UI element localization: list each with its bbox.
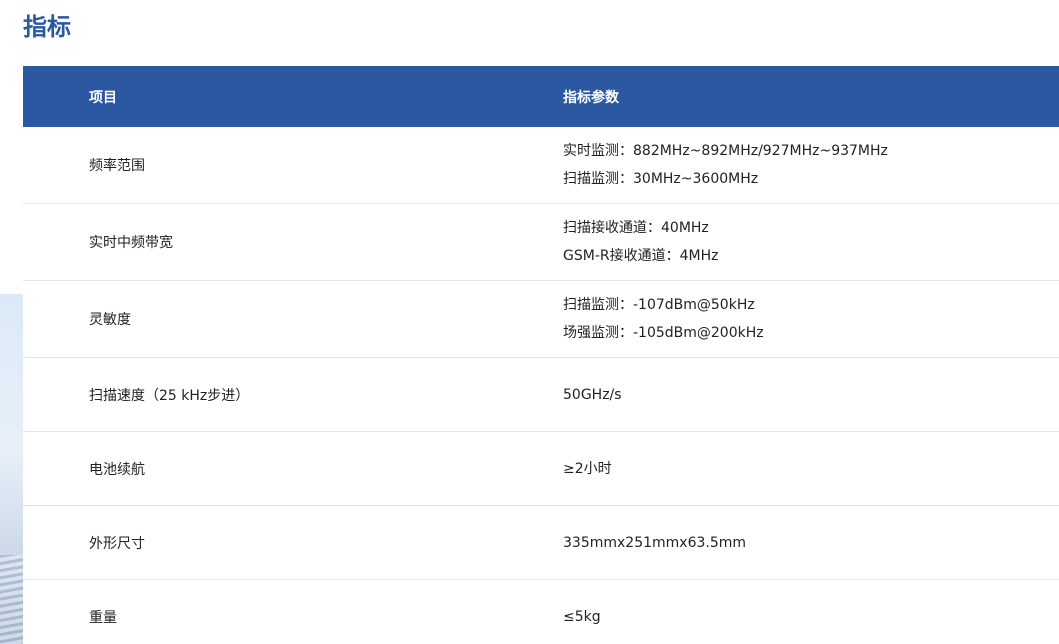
header-item: 项目 xyxy=(89,89,117,106)
row-item-label: 外形尺寸 xyxy=(89,535,145,552)
row-param-value: ≥2小时 xyxy=(563,460,612,477)
table-row: 电池续航 ≥2小时 xyxy=(23,432,1059,506)
table-row: 重量 ≤5kg xyxy=(23,580,1059,644)
row-item-label: 频率范围 xyxy=(89,158,145,174)
row-param-value: 扫描监测：-107dBm@50kHz xyxy=(563,297,755,313)
page-title: 指标 xyxy=(23,13,71,41)
row-param-cell: ≤5kg xyxy=(498,603,1059,631)
row-param-cell: 实时监测：882MHz~892MHz/927MHz~937MHz 扫描监测：30… xyxy=(498,137,1059,193)
row-param-value: GSM-R接收通道：4MHz xyxy=(563,248,719,264)
row-param-value: 实时监测：882MHz~892MHz/927MHz~937MHz xyxy=(563,143,888,159)
row-param-cell: 扫描监测：-107dBm@50kHz 场强监测：-105dBm@200kHz xyxy=(498,291,1059,347)
row-item-label: 扫描速度（25 kHz步进） xyxy=(89,387,250,404)
table-header-row: 项目 指标参数 xyxy=(23,66,1059,127)
row-param-value: ≤5kg xyxy=(563,608,601,625)
row-param-value: 335mmx251mmx63.5mm xyxy=(563,534,747,551)
page: 指标 项目 指标参数 频率范围 实时监测：882MHz~892MHz/927MH… xyxy=(0,0,1059,644)
row-param-value: 扫描接收通道：40MHz xyxy=(563,220,709,236)
row-item-label: 电池续航 xyxy=(89,461,145,478)
header-param: 指标参数 xyxy=(563,89,619,106)
row-item-label: 灵敏度 xyxy=(89,312,131,328)
row-param-value: 场强监测：-105dBm@200kHz xyxy=(563,325,764,341)
table-row: 外形尺寸 335mmx251mmx63.5mm xyxy=(23,506,1059,580)
row-param-value: 50GHz/s xyxy=(563,386,622,403)
row-item-label: 重量 xyxy=(89,609,117,626)
row-param-cell: 50GHz/s xyxy=(498,381,1059,409)
row-item-label: 实时中频带宽 xyxy=(89,235,173,251)
table-row: 实时中频带宽 扫描接收通道：40MHz GSM-R接收通道：4MHz xyxy=(23,204,1059,281)
table-row: 扫描速度（25 kHz步进） 50GHz/s xyxy=(23,358,1059,432)
spec-table: 项目 指标参数 频率范围 实时监测：882MHz~892MHz/927MHz~9… xyxy=(23,66,1059,644)
row-param-cell: 335mmx251mmx63.5mm xyxy=(498,529,1059,557)
row-param-cell: ≥2小时 xyxy=(498,455,1059,483)
table-row: 频率范围 实时监测：882MHz~892MHz/927MHz~937MHz 扫描… xyxy=(23,127,1059,204)
row-param-cell: 扫描接收通道：40MHz GSM-R接收通道：4MHz xyxy=(498,214,1059,270)
row-param-value: 扫描监测：30MHz~3600MHz xyxy=(563,171,759,187)
table-row: 灵敏度 扫描监测：-107dBm@50kHz 场强监测：-105dBm@200k… xyxy=(23,281,1059,358)
